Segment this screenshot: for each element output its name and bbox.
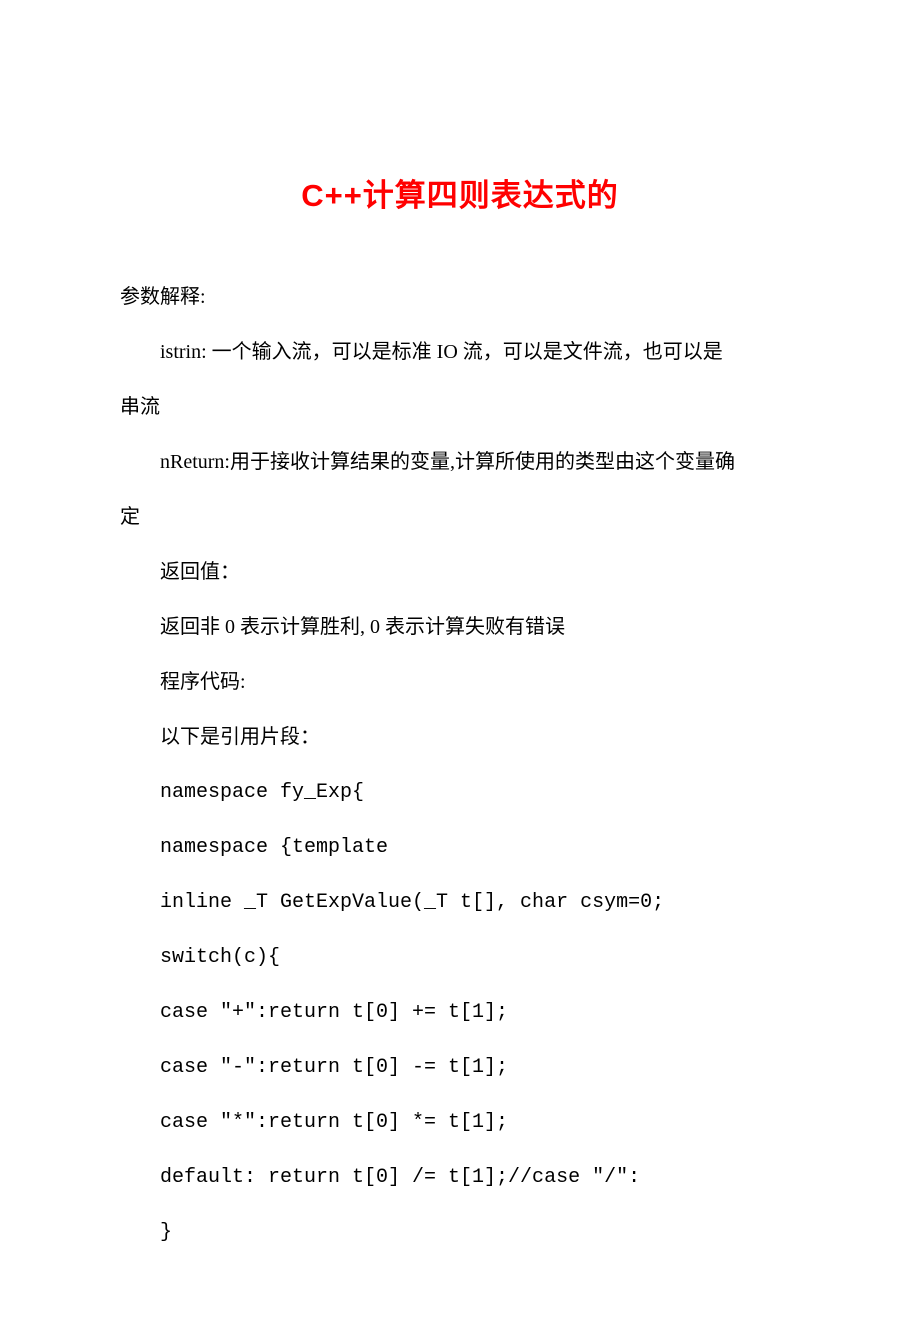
code-line: } [120,1205,800,1260]
code-line: case "+":return t[0] += t[1]; [120,985,800,1040]
text-line: 串流 [120,380,800,435]
text-line: istrin: 一个输入流，可以是标准 IO 流，可以是文件流，也可以是 [120,325,800,380]
code-line: case "-":return t[0] -= t[1]; [120,1040,800,1095]
code-line: default: return t[0] /= t[1];//case "/": [120,1150,800,1205]
text-line: 返回非 0 表示计算胜利, 0 表示计算失败有错误 [120,600,800,655]
text-line: 定 [120,490,800,545]
text-line: 返回值： [120,545,800,600]
text-line: 程序代码: [120,655,800,710]
text-line: 参数解释: [120,270,800,325]
code-line: namespace {template [120,820,800,875]
document-title: C++计算四则表达式的 [120,170,800,215]
document-page: C++计算四则表达式的 参数解释:istrin: 一个输入流，可以是标准 IO … [0,0,920,1340]
text-line: 以下是引用片段： [120,710,800,765]
document-body: 参数解释:istrin: 一个输入流，可以是标准 IO 流，可以是文件流，也可以… [120,270,800,1260]
code-line: switch(c){ [120,930,800,985]
code-line: inline _T GetExpValue(_T t[], char csym=… [120,875,800,930]
code-line: namespace fy_Exp{ [120,765,800,820]
text-line: nReturn:用于接收计算结果的变量,计算所使用的类型由这个变量确 [120,435,800,490]
code-line: case "*":return t[0] *= t[1]; [120,1095,800,1150]
